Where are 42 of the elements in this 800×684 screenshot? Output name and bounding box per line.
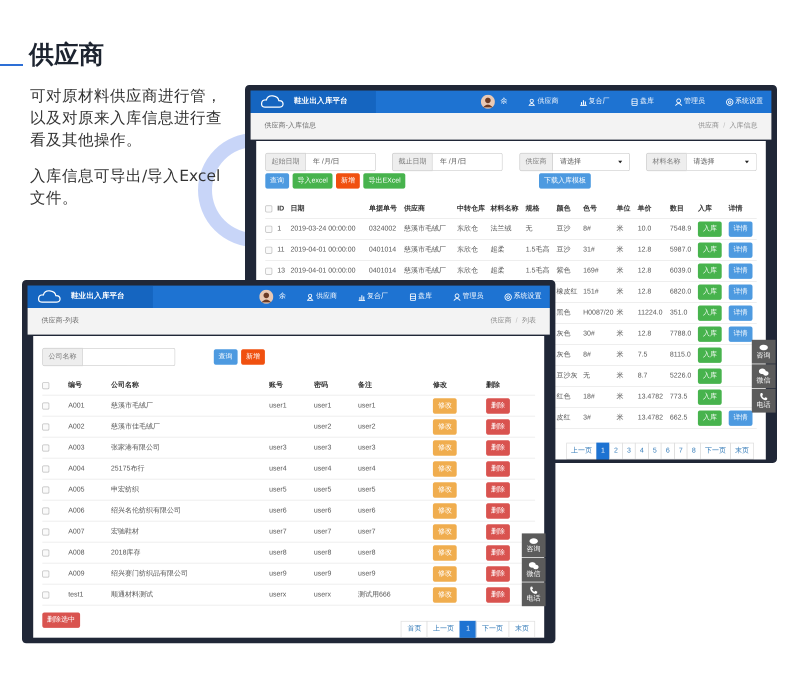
database-icon xyxy=(630,98,638,106)
description-text: 入库信息可导出/导入Excel文件。 xyxy=(30,166,222,209)
phone-icon xyxy=(530,586,538,594)
checkbox[interactable] xyxy=(42,549,50,556)
chat-icon xyxy=(528,537,539,544)
search-field[interactable] xyxy=(82,348,176,366)
checkbox[interactable] xyxy=(265,225,272,232)
caret-icon xyxy=(618,160,622,164)
settings-icon xyxy=(504,292,512,301)
chat-bubbles-icon xyxy=(758,367,769,376)
chat-bubbles-icon xyxy=(528,561,539,570)
checkbox[interactable] xyxy=(42,444,50,452)
checkbox[interactable] xyxy=(42,423,50,430)
people-icon xyxy=(306,292,315,301)
database-icon xyxy=(409,292,417,301)
checkbox[interactable] xyxy=(42,402,50,410)
user-icon xyxy=(674,98,682,106)
checkbox[interactable] xyxy=(42,570,50,578)
checkbox[interactable] xyxy=(42,465,50,472)
checkbox[interactable] xyxy=(42,382,50,390)
checkbox[interactable] xyxy=(42,486,50,494)
checkbox[interactable] xyxy=(265,267,272,274)
checkbox[interactable] xyxy=(42,591,50,598)
user-icon xyxy=(453,292,461,301)
chart-icon xyxy=(580,98,588,106)
checkbox[interactable] xyxy=(265,246,272,254)
description-text: 可对原材料供应商进行管，以及对原来入库信息进行查看及其他操作。 xyxy=(30,86,223,151)
settings-icon xyxy=(726,98,734,106)
cloud-logo-icon xyxy=(37,289,62,304)
people-icon xyxy=(528,98,536,106)
checkbox[interactable] xyxy=(42,528,50,536)
accent-line xyxy=(0,64,23,66)
avatar-icon xyxy=(259,290,274,304)
checkbox[interactable] xyxy=(265,205,272,212)
caret-icon xyxy=(744,160,749,164)
cloud-logo-icon xyxy=(260,94,284,110)
chat-icon xyxy=(758,344,769,351)
phone-icon xyxy=(760,392,768,400)
checkbox[interactable] xyxy=(42,507,50,514)
chart-icon xyxy=(358,292,366,301)
avatar-icon xyxy=(480,94,495,109)
section-title: 供应商 xyxy=(29,39,104,71)
